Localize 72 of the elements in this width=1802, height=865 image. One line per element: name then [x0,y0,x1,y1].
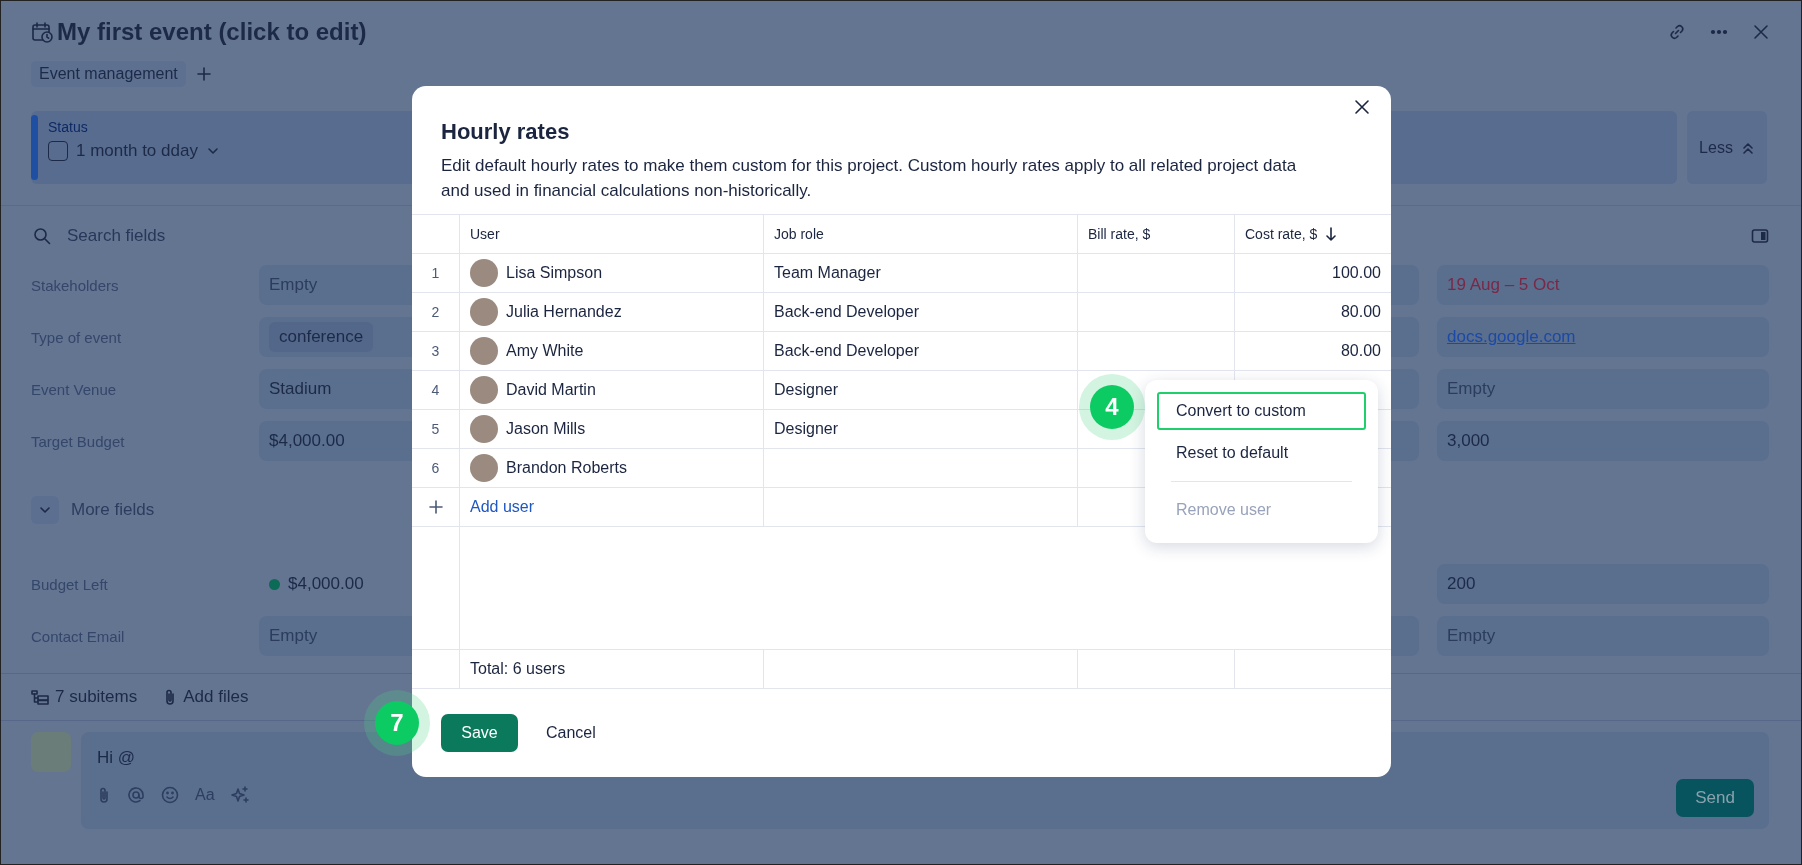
status-dropdown[interactable]: 1 month to dday [76,141,220,161]
status-dot [269,578,280,590]
table-cell: Designer [774,420,839,438]
field-value[interactable]: 3,000 [1437,421,1769,461]
user-name: Julia Hernandez [506,303,622,321]
hierarchy-icon [31,689,49,705]
at-sign-icon[interactable] [127,786,145,804]
row-number: 6 [412,449,460,487]
field-value[interactable]: 19 Aug – 5 Oct [1437,265,1769,305]
calendar-clock-icon [31,21,53,43]
paperclip-icon[interactable] [97,786,111,804]
table-cell: Back-end Developer [774,342,919,360]
user-name: Jason Mills [506,420,586,438]
plus-icon[interactable] [428,500,443,514]
avatar [470,376,498,404]
menu-item: Remove user [1175,500,1273,520]
panel-toggle-icon[interactable] [1751,228,1769,244]
tag-chip[interactable]: Event management [31,61,186,87]
double-chevron-up-icon [1740,140,1755,155]
status-accent-bar [31,115,38,180]
user-name: Brandon Roberts [506,459,627,477]
avatar [470,415,498,443]
column-header[interactable]: Cost rate, $ [1235,215,1391,253]
table-cell[interactable]: 80.00 [1340,342,1381,360]
table-cell: Back-end Developer [774,303,919,321]
row-number: 1 [412,254,460,292]
subitems-button[interactable]: 7 subitems [31,687,138,707]
field-value[interactable]: 200 [1437,564,1769,604]
column-header[interactable]: Bill rate, $ [1078,215,1235,253]
less-button[interactable]: Less [1687,111,1767,184]
more-fields-link[interactable]: More fields [71,500,155,520]
table-cell[interactable]: 80.00 [1340,303,1381,321]
close-icon[interactable] [1354,99,1370,115]
menu-item[interactable]: Reset to default [1157,434,1366,472]
avatar [470,259,498,287]
page-title[interactable]: My first event (click to edit) [57,18,367,46]
table-cell: Designer [774,381,839,399]
save-button[interactable]: Save [441,714,518,752]
table-cell[interactable]: 100.00 [1332,264,1381,282]
user-name: David Martin [506,381,596,399]
avatar [470,454,498,482]
avatar [31,732,71,772]
row-number: 2 [412,293,460,331]
expand-button[interactable] [31,496,59,524]
search-field[interactable]: Search fields [65,225,369,247]
user-name: Amy White [506,342,584,360]
sparkle-icon[interactable] [230,786,249,804]
sort-down-icon[interactable] [1325,226,1338,242]
row-number: 3 [412,332,460,370]
checkbox[interactable] [48,141,68,161]
send-button[interactable]: Send [1676,779,1754,817]
menu-item[interactable]: Convert to custom [1157,392,1366,430]
modal-title: Hourly rates [441,119,571,145]
search-icon[interactable] [33,227,51,245]
row-number: 5 [412,410,460,448]
column-header[interactable]: User [460,215,764,253]
smiley-icon[interactable] [161,786,179,804]
add-user-link[interactable]: Add user [470,498,535,516]
link-icon[interactable] [1667,22,1687,42]
modal-description: Edit default hourly rates to make them custom for this project. Custom hourly rates apply to all related project data and used in financial calculations non-historically. [441,155,1298,202]
table-cell: Team Manager [774,264,881,282]
row-number: 4 [412,371,460,409]
avatar [470,298,498,326]
step-badge: 4 [1090,385,1134,429]
plus-icon[interactable] [195,66,212,82]
column-header[interactable]: Job role [764,215,1078,253]
status-label: Status [48,119,89,135]
avatar [470,337,498,365]
user-name: Lisa Simpson [506,264,603,282]
total-count: Total: 6 users [470,660,566,678]
add-files-button[interactable]: Add files [163,687,249,707]
field-value: $4,000.00 [288,574,364,594]
